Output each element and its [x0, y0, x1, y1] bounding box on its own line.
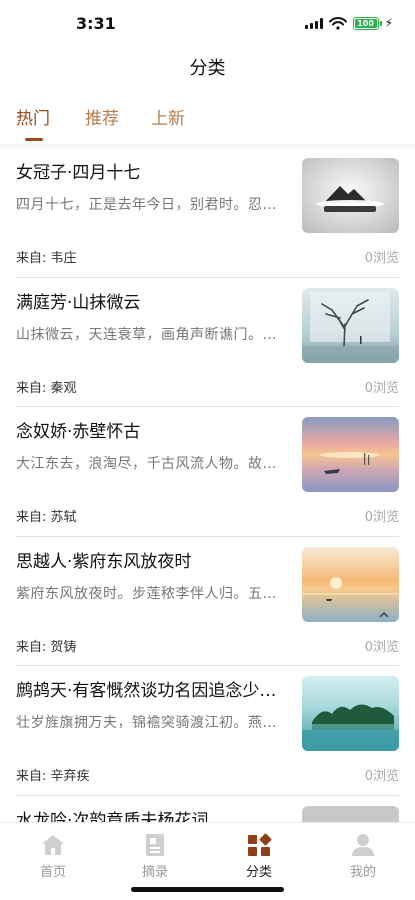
- item-author: 苏轼: [50, 510, 77, 525]
- item-views: 0浏览: [364, 769, 399, 784]
- item-source: 来自: 秦观: [16, 377, 77, 396]
- item-title: 思越人·紫府东风放夜时: [16, 551, 192, 572]
- item-thumbnail: [302, 546, 399, 622]
- item-thumbnail: [302, 287, 399, 363]
- item-author: 韦庄: [50, 251, 77, 266]
- home-icon: [42, 835, 64, 855]
- source-label: 来自:: [16, 639, 47, 655]
- item-thumbnail: [302, 805, 399, 822]
- item-title: 满庭芳·山抹微云: [16, 292, 141, 313]
- tabbar-label: 我的: [349, 865, 376, 880]
- source-label: 来自:: [16, 769, 47, 784]
- item-title: 念奴娇·赤壁怀古: [16, 422, 141, 442]
- source-label: 来自:: [16, 251, 47, 266]
- item-title: 女冠子·四月十七: [16, 163, 141, 183]
- item-views: 0浏览: [364, 251, 399, 266]
- item-thumbnail: [302, 417, 399, 492]
- tabbar-label: 首页: [39, 865, 66, 880]
- item-excerpt: 紫府东风放夜时。步莲秾李伴人归。五…: [16, 585, 277, 602]
- wifi-icon: [328, 16, 347, 30]
- list-item[interactable]: 水龙吟·次韵章质夫杨花词: [16, 796, 399, 823]
- home-indicator: [131, 887, 284, 892]
- list-item[interactable]: 女冠子·四月十七 四月十七，正是去年今日，别君时。忍… 来自: 韦庄 0浏览: [16, 148, 399, 278]
- item-excerpt: 壮岁旌旗拥万夫，锦襜突骑渡江初。燕…: [16, 715, 277, 731]
- tab-active-indicator: [25, 138, 43, 141]
- category-icon: [248, 833, 272, 856]
- item-title: 鹧鸪天·有客慨然谈功名因追念少…: [16, 681, 277, 701]
- charging-icon: ⚡: [384, 16, 393, 30]
- notebook-icon: [146, 834, 164, 856]
- tabbar-excerpts[interactable]: 摘录: [115, 833, 195, 880]
- item-excerpt: 四月十七，正是去年今日，别君时。忍…: [16, 197, 277, 213]
- item-views: 0浏览: [364, 639, 399, 655]
- tabbar-home[interactable]: 首页: [13, 833, 93, 880]
- item-author: 辛弃疾: [50, 769, 90, 784]
- battery-icon: 100: [352, 16, 382, 30]
- status-time: 3:31: [76, 14, 116, 33]
- tabbar-label: 摘录: [141, 865, 168, 880]
- page-title: 分类: [189, 58, 226, 79]
- tab-new[interactable]: 上新: [151, 104, 185, 129]
- user-icon: [352, 834, 374, 856]
- item-source: 来自: 苏轼: [16, 506, 77, 525]
- poem-list: 女冠子·四月十七 四月十七，正是去年今日，别君时。忍… 来自: 韦庄 0浏览 满…: [0, 148, 415, 822]
- list-item[interactable]: 鹧鸪天·有客慨然谈功名因追念少… 壮岁旌旗拥万夫，锦襜突骑渡江初。燕… 来自: …: [16, 666, 399, 796]
- tab-hot[interactable]: 热门: [16, 104, 50, 129]
- tab-recommended[interactable]: 推荐: [85, 104, 119, 129]
- item-excerpt: 山抹微云，天连衰草，画角声断谯门。…: [16, 326, 277, 343]
- status-bar: 3:31 100 ⚡: [0, 0, 415, 46]
- source-label: 来自:: [16, 380, 47, 396]
- item-author: 贺铸: [50, 639, 77, 655]
- item-thumbnail: [302, 158, 399, 233]
- tabbar-category[interactable]: 分类: [219, 833, 299, 880]
- signal-icon: [304, 17, 323, 29]
- item-excerpt: 大江东去，浪淘尽，千古风流人物。故…: [16, 456, 277, 472]
- item-thumbnail: [302, 676, 399, 751]
- tabbar-label: 分类: [245, 865, 272, 880]
- item-source: 来自: 韦庄: [16, 247, 77, 266]
- list-item[interactable]: 思越人·紫府东风放夜时 紫府东风放夜时。步莲秾李伴人归。五… 来自: 贺铸 0浏…: [16, 537, 399, 666]
- source-label: 来自:: [16, 510, 47, 525]
- battery-text: 100: [357, 18, 374, 28]
- item-author: 秦观: [50, 380, 77, 396]
- item-source: 来自: 辛弃疾: [16, 765, 90, 784]
- item-views: 0浏览: [364, 380, 399, 396]
- item-source: 来自: 贺铸: [16, 636, 77, 655]
- tabbar-profile[interactable]: 我的: [323, 833, 403, 880]
- list-item[interactable]: 满庭芳·山抹微云 山抹微云，天连衰草，画角声断谯门。… 来自: 秦观 0浏览: [16, 278, 399, 407]
- item-title: 水龙吟·次韵章质夫杨花词: [16, 810, 209, 823]
- category-tabs: 热门 推荐 上新: [0, 104, 415, 148]
- item-views: 0浏览: [364, 510, 399, 525]
- status-icons: 100 ⚡: [304, 16, 393, 30]
- list-item[interactable]: 念奴娇·赤壁怀古 大江东去，浪淘尽，千古风流人物。故… 来自: 苏轼 0浏览: [16, 407, 399, 537]
